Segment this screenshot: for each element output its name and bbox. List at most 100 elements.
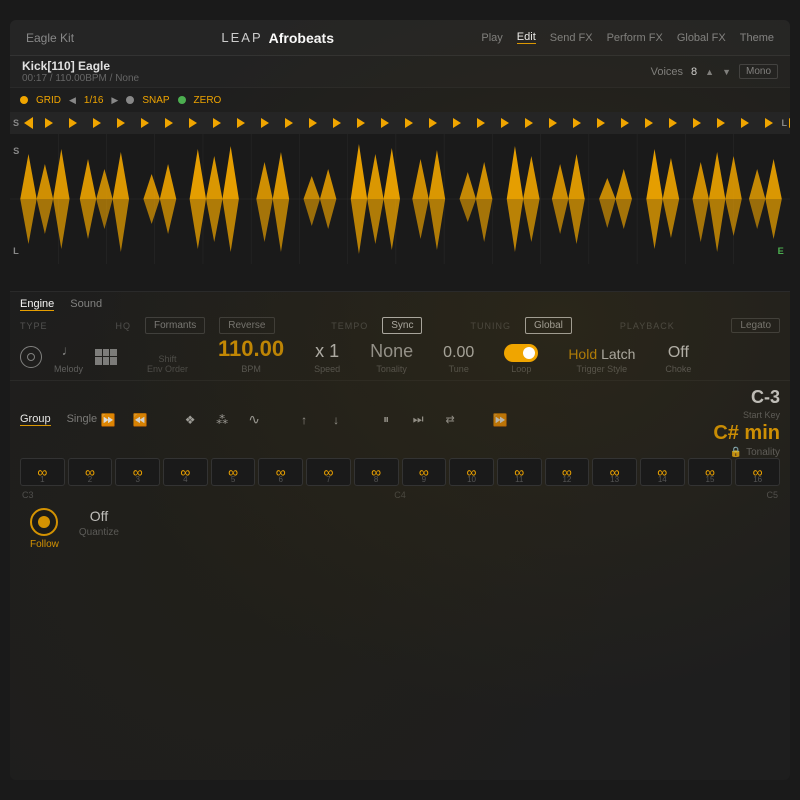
- pad-num-11: 11: [515, 475, 523, 484]
- sync-button[interactable]: Sync: [382, 317, 422, 334]
- type-label: TYPE: [20, 321, 48, 331]
- pad-2[interactable]: ∞ 2: [68, 458, 113, 486]
- nav-perform-fx[interactable]: Perform FX: [607, 32, 663, 44]
- pad-1[interactable]: ∞ 1: [20, 458, 65, 486]
- pad-16[interactable]: ∞ 16: [735, 458, 780, 486]
- start-key-label: Start Key: [743, 410, 780, 420]
- speed-value[interactable]: x 1: [315, 341, 339, 362]
- pad-10[interactable]: ∞ 10: [449, 458, 494, 486]
- voices-value: 8: [691, 66, 697, 78]
- start-key-value[interactable]: C-3: [751, 387, 780, 408]
- pad-9[interactable]: ∞ 9: [402, 458, 447, 486]
- bpm-group: 110.00 BPM: [218, 336, 284, 374]
- pad-num-1: 1: [40, 475, 44, 484]
- start-marker: [24, 117, 33, 129]
- formants-button[interactable]: Formants: [145, 317, 205, 334]
- pad-11[interactable]: ∞ 11: [497, 458, 542, 486]
- play-arrow-21: [525, 118, 533, 128]
- nav-play[interactable]: Play: [481, 32, 502, 44]
- tonality-value[interactable]: None: [370, 341, 413, 362]
- pad-7[interactable]: ∞ 7: [306, 458, 351, 486]
- tab-group[interactable]: Group: [20, 413, 51, 426]
- app-title: LEAP Afrobeats: [221, 30, 334, 46]
- bpm-value[interactable]: 110.00: [218, 336, 284, 362]
- shuffle-btn[interactable]: ⇄: [439, 409, 461, 431]
- type-icons: ♩ Melody: [20, 339, 117, 374]
- pad-12[interactable]: ∞ 12: [545, 458, 590, 486]
- loop-toggle[interactable]: [504, 344, 538, 362]
- engine-section: Engine Sound TYPE HQ Formants Reverse TE…: [10, 292, 790, 381]
- fast-back-btn[interactable]: ⏪: [129, 409, 151, 431]
- instrument-name: Kick[110] Eagle: [22, 59, 139, 73]
- pause-btn[interactable]: ⏸: [375, 409, 397, 431]
- pause2-btn[interactable]: ⏭: [407, 409, 429, 431]
- pad-3[interactable]: ∞ 3: [115, 458, 160, 486]
- speed-group: x 1 Speed: [314, 341, 340, 374]
- play-arrow-29: [717, 118, 725, 128]
- pad-label-c4: C4: [394, 490, 406, 500]
- fast-forward-btn[interactable]: ⏩: [97, 409, 119, 431]
- play-arrow-14: [357, 118, 365, 128]
- play-arrow-15: [381, 118, 389, 128]
- hq-label: HQ: [116, 321, 132, 331]
- mono-button[interactable]: Mono: [739, 64, 778, 79]
- waveform-section: S: [10, 112, 790, 292]
- group-tonality-value[interactable]: C# min: [713, 422, 780, 445]
- tune-label: Tune: [449, 364, 469, 374]
- pattern-btn2[interactable]: ⁂: [211, 409, 233, 431]
- svg-text:E: E: [778, 246, 784, 256]
- nav-global-fx[interactable]: Global FX: [677, 32, 726, 44]
- playback-label: PLAYBACK: [620, 321, 675, 331]
- pad-14[interactable]: ∞ 14: [640, 458, 685, 486]
- legato-button[interactable]: Legato: [731, 318, 780, 333]
- kit-name: Eagle Kit: [26, 31, 74, 45]
- nav-edit[interactable]: Edit: [517, 31, 536, 44]
- arrows-track[interactable]: [10, 112, 790, 134]
- play-arrow-31: [765, 118, 773, 128]
- pad-15[interactable]: ∞ 15: [688, 458, 733, 486]
- pad-8[interactable]: ∞ 8: [354, 458, 399, 486]
- nav-theme[interactable]: Theme: [740, 32, 774, 44]
- s-label-top: S: [13, 118, 19, 128]
- type-melody[interactable]: ♩ Melody: [54, 339, 83, 374]
- reverse-button[interactable]: Reverse: [219, 317, 274, 334]
- type-grid[interactable]: [95, 349, 117, 365]
- tune-value[interactable]: 0.00: [443, 344, 474, 362]
- l-label-top: L: [782, 118, 788, 128]
- grid-right[interactable]: ▶: [111, 95, 118, 106]
- grid-left[interactable]: ◀: [69, 95, 76, 106]
- next-btn[interactable]: ⏩: [489, 409, 511, 431]
- quantize-value[interactable]: Off: [90, 508, 108, 524]
- start-key-section: C-3 Start Key C# min 🔒 Tonality: [713, 387, 780, 458]
- tab-single[interactable]: Single: [67, 413, 98, 426]
- pad-4[interactable]: ∞ 4: [163, 458, 208, 486]
- pad-6[interactable]: ∞ 6: [258, 458, 303, 486]
- hold-text[interactable]: Hold: [568, 346, 597, 362]
- pad-5[interactable]: ∞ 5: [211, 458, 256, 486]
- choke-group: Off Choke: [665, 344, 691, 374]
- play-arrow-4: [117, 118, 125, 128]
- play-arrow-23: [573, 118, 581, 128]
- latch-text[interactable]: Latch: [601, 346, 635, 362]
- global-button[interactable]: Global: [525, 317, 572, 334]
- leap-text: LEAP: [221, 30, 262, 45]
- wave-btn[interactable]: ∿: [243, 409, 265, 431]
- nav-send-fx[interactable]: Send FX: [550, 32, 593, 44]
- pad-13[interactable]: ∞ 13: [592, 458, 637, 486]
- down-btn[interactable]: ↓: [325, 409, 347, 431]
- play-arrow-26: [645, 118, 653, 128]
- follow-button[interactable]: [30, 508, 58, 536]
- play-arrow-6: [165, 118, 173, 128]
- play-arrow-30: [741, 118, 749, 128]
- waveform-main[interactable]: S L E: [10, 134, 790, 264]
- quantize-label: Quantize: [79, 527, 119, 538]
- tab-engine[interactable]: Engine: [20, 298, 54, 311]
- pattern-btn1[interactable]: ❖: [179, 409, 201, 431]
- type-circle[interactable]: [20, 346, 42, 368]
- choke-value[interactable]: Off: [668, 344, 689, 362]
- tab-sound[interactable]: Sound: [70, 298, 102, 311]
- voices-down[interactable]: ▼: [722, 67, 731, 77]
- voices-up[interactable]: ▲: [705, 67, 714, 77]
- bottom-row: Follow Off Quantize: [20, 504, 780, 554]
- up-btn[interactable]: ↑: [293, 409, 315, 431]
